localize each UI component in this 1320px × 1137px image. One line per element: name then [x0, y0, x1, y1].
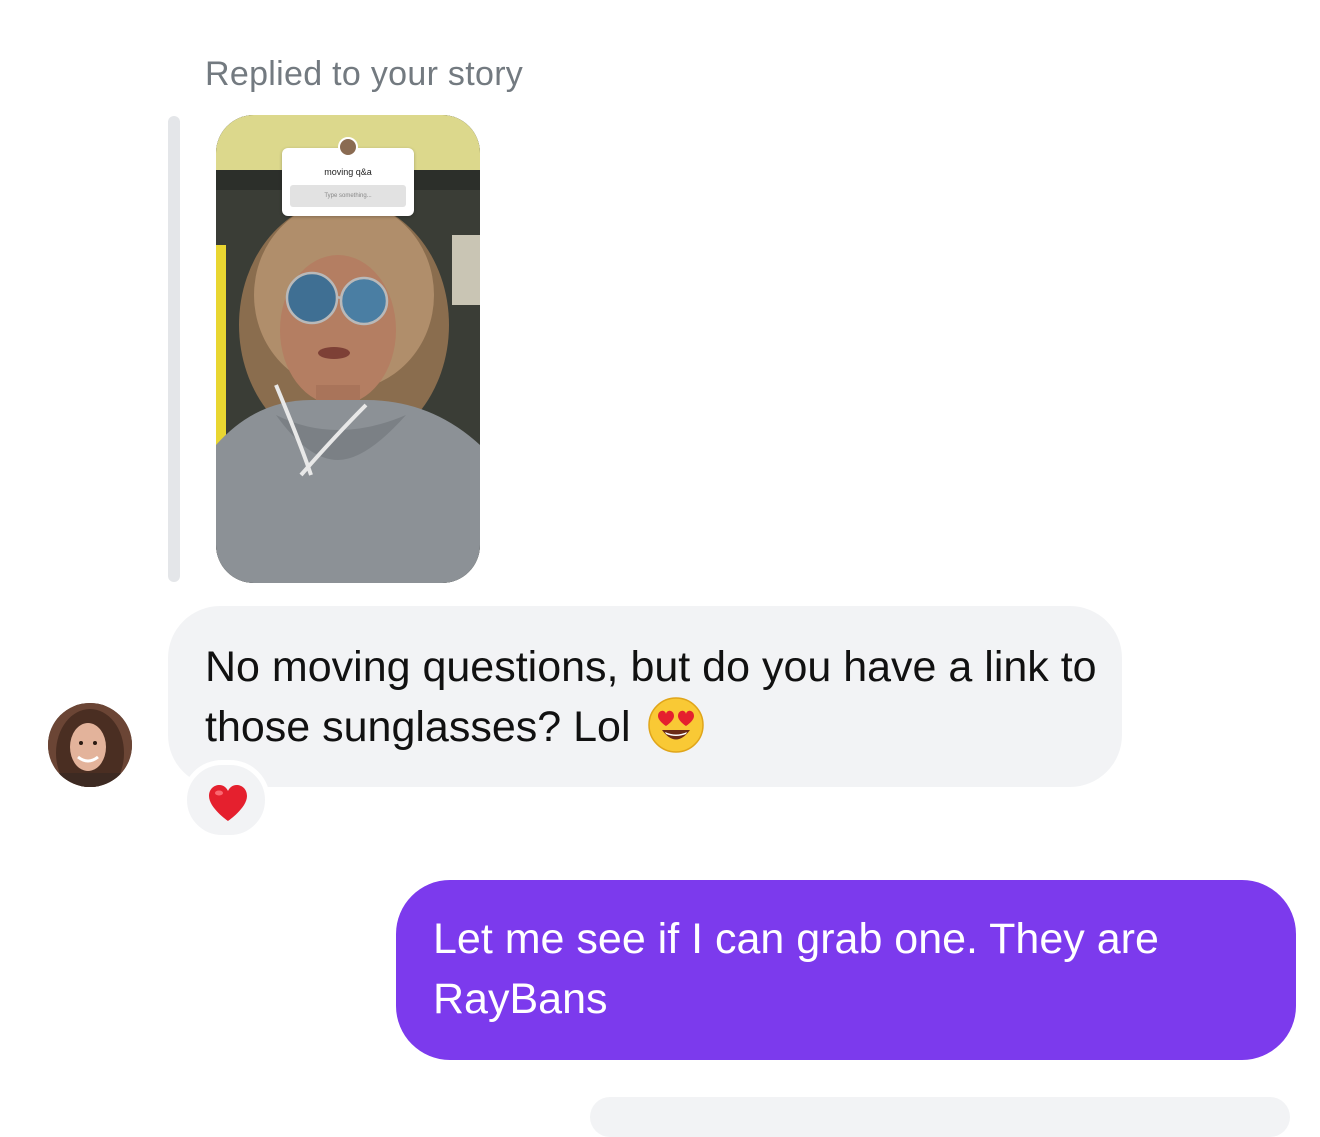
qa-sticker: moving q&a Type something...	[282, 137, 414, 216]
reply-quote-bar	[168, 116, 180, 582]
sticker-title: moving q&a	[324, 167, 372, 177]
outgoing-message-text: Let me see if I can grab one. They are R…	[433, 915, 1159, 1023]
sticker-input: Type something...	[290, 185, 406, 207]
sticker-avatar	[338, 137, 358, 157]
reaction-badge[interactable]	[182, 760, 270, 840]
reply-label: Replied to your story	[205, 55, 524, 93]
sender-avatar[interactable]	[48, 703, 132, 787]
incoming-message-content: No moving questions, but do you have a l…	[205, 637, 1105, 757]
next-message-bubble-edge	[590, 1097, 1290, 1137]
story-thumbnail[interactable]: moving q&a Type something...	[216, 115, 480, 583]
incoming-message-bubble[interactable]: No moving questions, but do you have a l…	[168, 606, 1122, 787]
red-heart-icon	[209, 785, 247, 821]
heart-eyes-emoji-icon	[648, 697, 705, 753]
outgoing-message-bubble[interactable]: Let me see if I can grab one. They are R…	[396, 880, 1296, 1060]
